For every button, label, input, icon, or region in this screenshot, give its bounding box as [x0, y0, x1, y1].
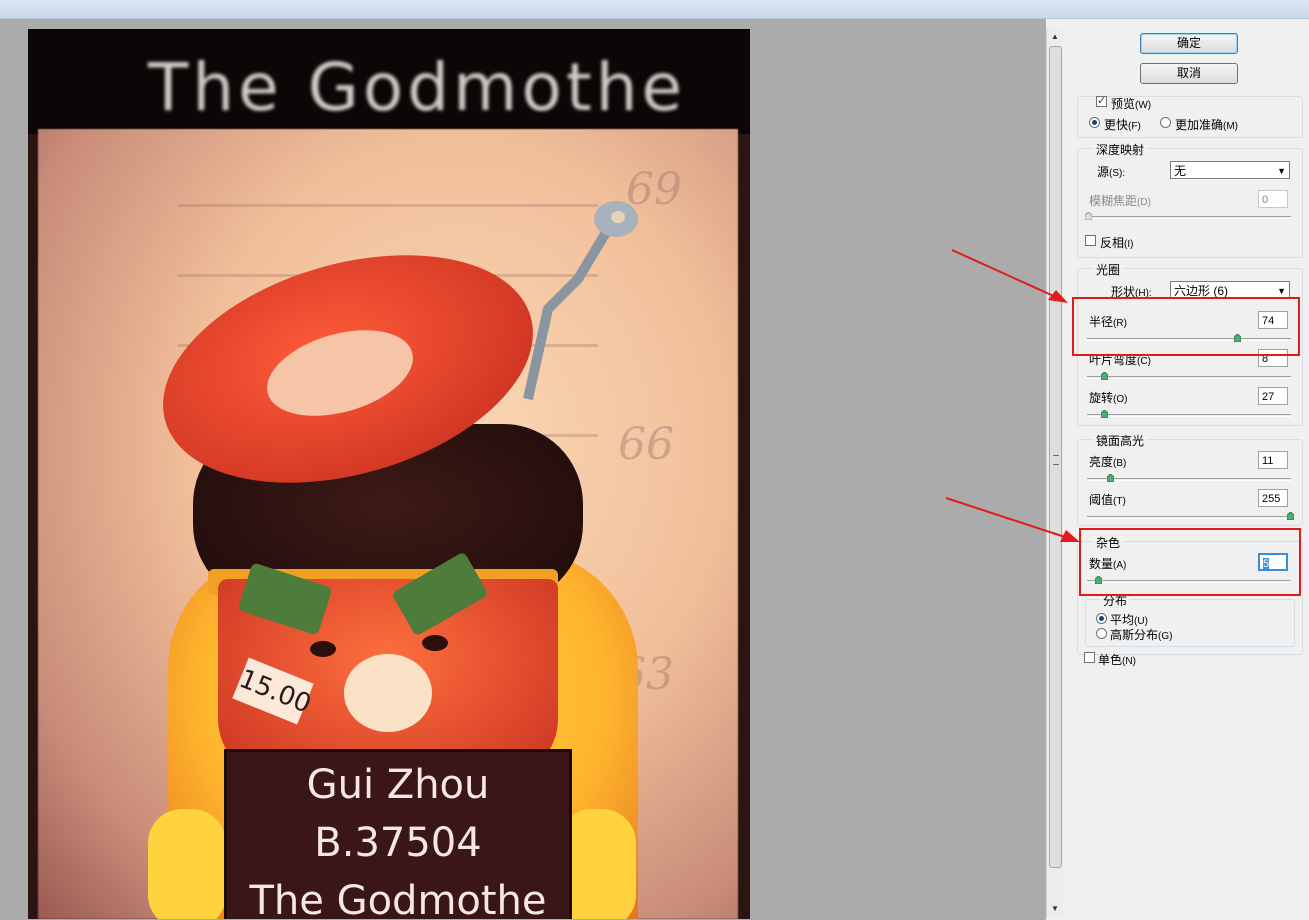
can-key-icon — [523, 201, 638, 401]
chevron-down-icon: ▼ — [1277, 166, 1286, 176]
brightness-slider[interactable] — [1087, 474, 1291, 482]
noise-highlight-box — [1079, 528, 1301, 596]
rotation-slider[interactable] — [1087, 410, 1291, 418]
character-left-eye — [310, 641, 336, 657]
blur-focal-slider[interactable] — [1085, 212, 1291, 220]
preview-label: 预览(W) — [1111, 97, 1152, 111]
scrollbar-thumb[interactable] — [1049, 46, 1062, 868]
preview-canvas[interactable]: The Godmothe 69 66 63 15.00 Gui Zhou B.3… — [0, 19, 1046, 920]
sign-line: Gui Zhou — [306, 762, 490, 808]
rotation-input[interactable]: 27 — [1258, 387, 1288, 405]
preview-image: The Godmothe 69 66 63 15.00 Gui Zhou B.3… — [28, 29, 750, 919]
poster-number: 66 — [618, 419, 674, 470]
invert-label: 反相(I) — [1100, 236, 1134, 250]
specular-highlights-title: 镜面高光 — [1093, 432, 1148, 449]
more-accurate-radio[interactable] — [1160, 117, 1171, 128]
character-left-hand — [148, 809, 226, 919]
image-title-text: The Godmothe — [148, 49, 687, 126]
brightness-label: 亮度(B) — [1089, 455, 1127, 469]
shape-select-value: 六边形 (6) — [1174, 284, 1229, 298]
preview-scrollbar[interactable]: ▲ ▼ — [1046, 28, 1063, 918]
more-accurate-label: 更加准确(M) — [1175, 118, 1239, 132]
threshold-label: 阈值(T) — [1089, 493, 1126, 507]
uniform-radio[interactable] — [1096, 613, 1107, 624]
faster-label: 更快(F) — [1104, 118, 1141, 132]
blade-curvature-slider[interactable] — [1087, 372, 1291, 380]
source-select[interactable]: 无 ▼ — [1170, 161, 1290, 179]
cancel-button[interactable]: 取消 — [1140, 63, 1238, 84]
scrollbar-grip-icon — [1053, 455, 1059, 465]
source-select-value: 无 — [1174, 164, 1187, 178]
threshold-slider[interactable] — [1087, 512, 1294, 520]
sign-line: B.37504 — [314, 820, 482, 866]
rotation-label: 旋转(O) — [1089, 391, 1128, 405]
slider-knob-icon[interactable] — [1085, 212, 1092, 220]
gaussian-radio[interactable] — [1096, 628, 1107, 639]
slider-knob-icon[interactable] — [1107, 474, 1114, 482]
slider-knob-icon[interactable] — [1101, 372, 1108, 380]
character-nose — [344, 654, 432, 732]
slider-knob-icon[interactable] — [1287, 512, 1294, 520]
mugshot-sign: Gui Zhou B.37504 The Godmothe — [224, 749, 572, 919]
gaussian-label: 高斯分布(G) — [1110, 628, 1173, 642]
annotation-arrow-icon — [951, 249, 1068, 303]
monochrome-label: 单色(N) — [1098, 653, 1136, 667]
lens-blur-settings-panel: 确定 取消 预览(W) 更快(F) 更加准确(M) 深度映射 源(S): 无 ▼… — [1063, 19, 1309, 920]
character-right-eye — [422, 635, 448, 651]
radius-highlight-box — [1072, 297, 1300, 356]
annotation-arrow-icon — [945, 497, 1080, 542]
slider-knob-icon[interactable] — [1101, 410, 1108, 418]
scroll-up-arrow-icon[interactable]: ▲ — [1047, 30, 1063, 44]
monochrome-checkbox[interactable] — [1084, 652, 1095, 663]
blur-focal-input[interactable]: 0 — [1258, 190, 1288, 208]
depth-map-title: 深度映射 — [1093, 141, 1148, 158]
invert-checkbox[interactable] — [1085, 235, 1096, 246]
faster-radio[interactable] — [1089, 117, 1100, 128]
iris-title: 光圈 — [1093, 261, 1124, 278]
ok-button[interactable]: 确定 — [1140, 33, 1238, 54]
source-label: 源(S): — [1097, 165, 1126, 179]
blur-focal-label: 模糊焦距(D) — [1089, 194, 1151, 208]
brightness-input[interactable]: 11 — [1258, 451, 1288, 469]
preview-checkbox[interactable] — [1096, 94, 1107, 107]
scroll-down-arrow-icon[interactable]: ▼ — [1047, 902, 1063, 916]
sign-line: The Godmothe — [249, 878, 547, 919]
window-title-bar — [0, 0, 1309, 19]
threshold-input[interactable]: 255 — [1258, 489, 1288, 507]
